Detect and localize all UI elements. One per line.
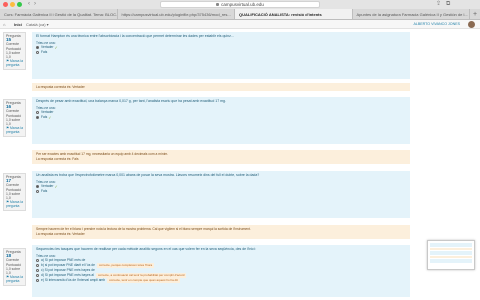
- option-feedback: correcte, tenir en compte que quan aques…: [107, 278, 180, 284]
- question-info: Pregunta 15 Correcte Puntuació 1,0 sobre …: [3, 32, 26, 70]
- question-text: Sequencieu les tasques que haurem de rea…: [36, 247, 256, 251]
- thumbnail-question-band: [430, 251, 472, 255]
- tabs-overview-icon[interactable]: ⧉: [446, 1, 450, 8]
- question-score: Puntuació 1,0 sobre 1,0: [6, 187, 22, 201]
- question-text: Un analista es troba que l'espectrofotòm…: [36, 173, 260, 177]
- thumbnail-feedback-band: [430, 248, 472, 250]
- thumbnail-question-band: [430, 243, 472, 247]
- question-box: Després de pesar amb exactitud, una bala…: [32, 97, 410, 144]
- site-header: ⌂ Inici Català (ca) ▾ ALBERTO VIVANCO JO…: [0, 20, 480, 29]
- radio-button[interactable]: [36, 51, 39, 55]
- close-window-button[interactable]: [3, 2, 8, 7]
- feedback-box: Sempre haurem de fer el blanc i prendre …: [32, 225, 410, 239]
- minimize-window-button[interactable]: [10, 2, 15, 7]
- home-link[interactable]: Inici: [14, 21, 22, 28]
- correct-answer-text: La resposta correcta és: Vertader: [36, 231, 85, 236]
- check-icon: ✓: [48, 115, 52, 121]
- option-feedback: correcte, perquè compleixen totes l'hora: [96, 263, 155, 269]
- option-false[interactable]: Fals ✓: [36, 115, 406, 120]
- flag-question-link[interactable]: ⚑ Marca la pregunta: [6, 59, 23, 67]
- screenshot-thumbnail[interactable]: [427, 240, 475, 270]
- question-box: El format Hampton és una tècnica entre l…: [32, 32, 410, 79]
- correct-answer-text: La resposta correcta és: Vertader: [36, 85, 85, 89]
- browser-tab[interactable]: Apuntes de la asignatura Farmacia Galéni…: [353, 9, 470, 19]
- radio-button[interactable]: [36, 269, 39, 273]
- home-icon[interactable]: ⌂: [3, 21, 5, 28]
- address-bar[interactable]: campusvirtual.ub.edu: [160, 1, 320, 8]
- tab-bar: Curs: Farmàcia Galènica II i Gestió de l…: [0, 9, 480, 20]
- feedback-box: La resposta correcta és: Vertader: [32, 83, 410, 91]
- lock-icon: [216, 3, 220, 7]
- url-text: campusvirtual.ub.edu: [221, 2, 264, 7]
- option-false[interactable]: Fals: [36, 189, 406, 194]
- question-text: El format Hampton és una tècnica entre l…: [36, 34, 234, 38]
- question-info: Pregunta 17 Correcte Puntuació 1,0 sobre …: [3, 173, 26, 211]
- radio-button[interactable]: [36, 46, 39, 50]
- user-name[interactable]: ALBERTO VIVANCO JONES: [413, 21, 460, 28]
- back-arrow-icon[interactable]: ‹: [28, 1, 30, 8]
- browser-tab[interactable]: https://campusvirtual.ub.edu/pluginfile.…: [118, 9, 235, 19]
- radio-button[interactable]: [36, 259, 39, 263]
- radio-button[interactable]: [36, 111, 39, 115]
- question-score: Puntuació 1,0 sobre 1,0: [6, 46, 22, 60]
- question-box: Un analista es troba que l'espectrofotòm…: [32, 171, 410, 218]
- share-icon[interactable]: ⇪: [436, 1, 441, 8]
- flag-label: Marca la pregunta: [6, 275, 23, 284]
- question-text: Després de pesar amb exactitud, una bala…: [36, 99, 226, 103]
- radio-button[interactable]: [36, 116, 39, 120]
- question-score: Puntuació 1,0 sobre 1,0: [6, 262, 22, 276]
- option-label: Fals: [41, 189, 48, 194]
- option-false[interactable]: Fals: [36, 50, 406, 55]
- option-label: Fals: [41, 115, 48, 120]
- option-label: e) Si intercanvià d'ús de l'interval amp…: [41, 278, 106, 283]
- forward-arrow-icon[interactable]: ›: [34, 1, 36, 8]
- flag-label: Marca la pregunta: [6, 200, 23, 209]
- feedback-box: Per ser exactes amb exactitud 17 mg, nec…: [32, 150, 410, 164]
- avatar[interactable]: [468, 21, 475, 28]
- new-tab-button[interactable]: +: [470, 9, 480, 19]
- correct-answer-text: La resposta correcta és: Fals: [36, 156, 79, 161]
- thumbnail-question-band: [430, 259, 472, 263]
- option-label: Fals: [41, 50, 48, 55]
- browser-tab-active[interactable]: QUALIFICACIÓ ANALISTA: revisió d'intents: [235, 9, 353, 19]
- check-icon: ✓: [54, 45, 58, 51]
- check-icon: ✓: [54, 184, 58, 190]
- browser-toolbar: ‹ › campusvirtual.ub.edu ⇪ ⧉: [0, 0, 480, 9]
- question-box: Sequencieu les tasques que haurem de rea…: [32, 245, 410, 297]
- language-menu[interactable]: Català (ca) ▾: [26, 21, 49, 28]
- radio-button[interactable]: [36, 279, 39, 283]
- radio-button[interactable]: [36, 190, 39, 194]
- option-e[interactable]: e) Si intercanvià d'ús de l'interval amp…: [36, 278, 406, 284]
- flag-label: Marca la pregunta: [6, 59, 23, 68]
- flag-question-link[interactable]: ⚑ Marca la pregunta: [6, 275, 23, 283]
- flag-question-link[interactable]: ⚑ Marca la pregunta: [6, 126, 23, 134]
- maximize-window-button[interactable]: [17, 2, 22, 7]
- flag-question-link[interactable]: ⚑ Marca la pregunta: [6, 200, 23, 208]
- question-info: Pregunta 18 Correcte Puntuació 1,0 sobre …: [3, 248, 26, 286]
- question-score: Puntuació 1,0 sobre 1,0: [6, 113, 22, 127]
- radio-button[interactable]: [36, 264, 39, 268]
- radio-button[interactable]: [36, 185, 39, 189]
- flag-label: Marca la pregunta: [6, 126, 23, 135]
- radio-button[interactable]: [36, 274, 39, 278]
- question-info: Pregunta 16 Correcte Puntuació 1,0 sobre …: [3, 99, 26, 137]
- thumbnail-feedback-band: [430, 256, 472, 258]
- browser-tab[interactable]: Curs: Farmàcia Galènica II i Gestió de l…: [0, 9, 118, 19]
